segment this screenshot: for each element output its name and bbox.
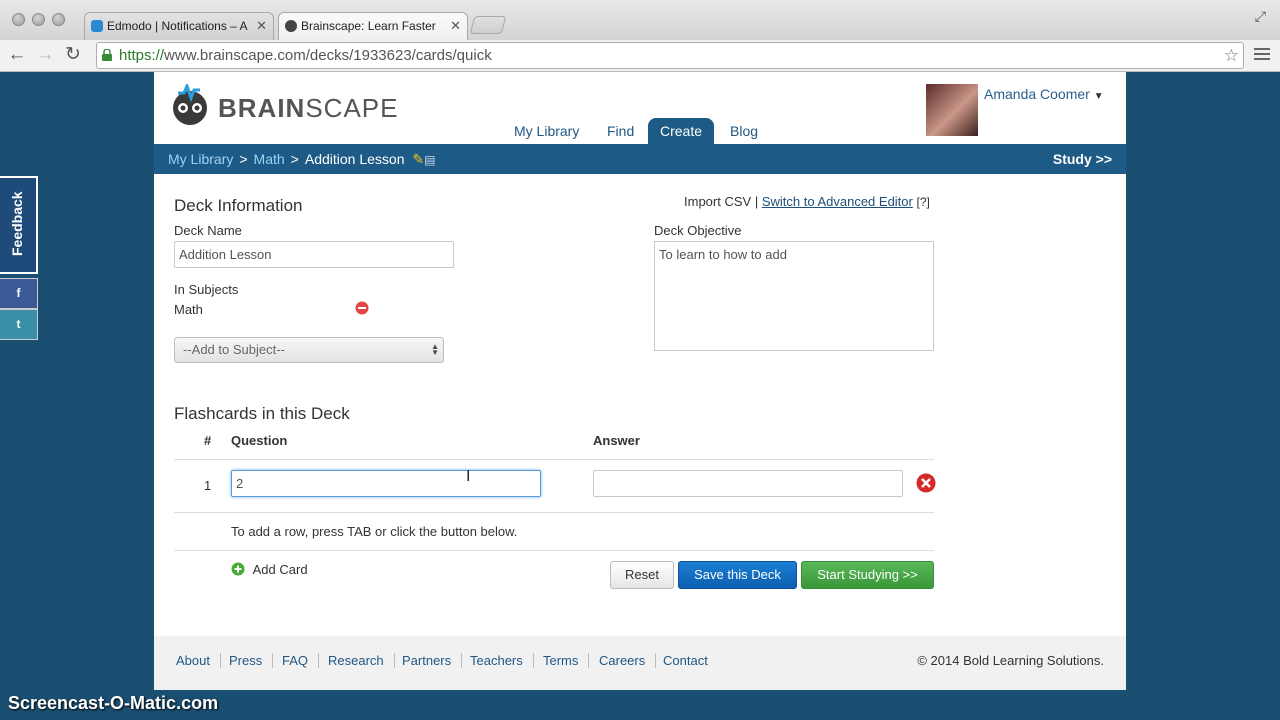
nav-my-library[interactable]: My Library xyxy=(514,118,579,144)
import-links: Import CSV | Switch to Advanced Editor [… xyxy=(684,194,930,209)
col-num-header: # xyxy=(204,433,212,448)
delete-row-icon[interactable] xyxy=(916,473,936,493)
close-window-button[interactable] xyxy=(12,13,25,26)
brand-wordmark: BRAINSCAPE xyxy=(218,93,399,124)
avatar[interactable] xyxy=(926,84,978,136)
footer-teachers[interactable]: Teachers xyxy=(470,653,534,668)
row-divider xyxy=(174,550,934,551)
add-row-hint: To add a row, press TAB or click the but… xyxy=(231,524,518,539)
close-tab-icon[interactable]: ✕ xyxy=(256,13,267,39)
reset-button[interactable]: Reset xyxy=(610,561,674,589)
footer-careers[interactable]: Careers xyxy=(599,653,657,668)
pencil-icon[interactable]: ✎ xyxy=(412,151,424,167)
url-scheme: https:// xyxy=(119,47,165,64)
help-link[interactable]: [?] xyxy=(916,195,929,209)
document-icon[interactable]: ▤ xyxy=(424,153,435,167)
close-tab-icon[interactable]: ✕ xyxy=(450,13,461,39)
browser-menu-icon[interactable] xyxy=(1254,45,1270,65)
in-subjects-label: In Subjects xyxy=(174,282,239,297)
advanced-editor-link[interactable]: Switch to Advanced Editor xyxy=(762,194,913,209)
brainscape-page: BRAINSCAPE Amanda Coomer ▼ My Library Fi… xyxy=(154,72,1126,690)
import-csv-link[interactable]: Import CSV xyxy=(684,194,751,209)
browser-toolbar: ← → ↻ https://www.brainscape.com/decks/1… xyxy=(0,40,1280,72)
remove-subject-icon[interactable] xyxy=(355,301,369,315)
breadcrumb-my-library[interactable]: My Library xyxy=(168,151,233,167)
col-question-header: Question xyxy=(231,433,288,448)
deck-objective-label: Deck Objective xyxy=(654,223,742,238)
brainscape-favicon-icon xyxy=(285,20,297,32)
footer-about[interactable]: About xyxy=(176,653,221,668)
username-text: Amanda Coomer xyxy=(984,86,1090,102)
lock-icon xyxy=(102,49,112,61)
edmodo-favicon-icon xyxy=(91,20,103,32)
footer-faq[interactable]: FAQ xyxy=(282,653,320,668)
brand-bold: BRAIN xyxy=(218,93,306,123)
add-card-button[interactable]: Add Card xyxy=(231,562,308,577)
back-arrow-icon[interactable]: ← xyxy=(5,44,29,68)
add-card-label: Add Card xyxy=(252,562,308,577)
add-to-subject-value: --Add to Subject-- xyxy=(183,342,285,357)
bookmark-star-icon[interactable]: ☆ xyxy=(1224,43,1239,68)
deck-objective-textarea[interactable]: To learn to how to add xyxy=(654,241,934,351)
breadcrumb-math[interactable]: Math xyxy=(254,151,285,167)
deck-info-heading: Deck Information xyxy=(174,196,303,215)
copyright: © 2014 Bold Learning Solutions. xyxy=(917,653,1104,668)
link-divider: | xyxy=(754,194,759,209)
footer-partners[interactable]: Partners xyxy=(402,653,463,668)
breadcrumb: My Library > Math > Addition Lesson ✎▤ Study… xyxy=(154,144,1126,174)
footer-contact[interactable]: Contact xyxy=(663,653,718,668)
answer-input[interactable] xyxy=(593,470,903,497)
browser-tab-edmodo[interactable]: Edmodo | Notifications – A ✕ xyxy=(84,12,274,40)
brain-logo-icon xyxy=(173,84,207,125)
add-to-subject-select[interactable]: --Add to Subject-- ▲ ▼ xyxy=(174,337,444,363)
row-divider xyxy=(174,512,934,513)
col-answer-header: Answer xyxy=(593,433,640,448)
feedback-label: Feedback xyxy=(9,191,25,256)
twitter-button[interactable]: t xyxy=(0,309,38,340)
footer-press[interactable]: Press xyxy=(229,653,274,668)
feedback-tab[interactable]: Feedback xyxy=(0,176,38,274)
footer-terms[interactable]: Terms xyxy=(543,653,590,668)
row-number: 1 xyxy=(204,478,212,493)
reload-icon[interactable]: ↻ xyxy=(61,44,85,68)
question-input[interactable]: 2 xyxy=(231,470,541,497)
zoom-window-button[interactable] xyxy=(52,13,65,26)
screencast-watermark: Screencast-O-Matic.com xyxy=(8,693,219,713)
nav-find[interactable]: Find xyxy=(607,118,634,144)
deck-name-label: Deck Name xyxy=(174,223,242,238)
plus-circle-icon xyxy=(231,562,245,576)
footer-research[interactable]: Research xyxy=(328,653,395,668)
start-studying-button[interactable]: Start Studying >> xyxy=(801,561,934,589)
tab-title: Edmodo | Notifications – A xyxy=(107,19,248,33)
caret-down-icon: ▼ xyxy=(1093,91,1104,102)
row-divider xyxy=(174,459,934,460)
browser-tab-brainscape[interactable]: Brainscape: Learn Faster ✕ xyxy=(278,12,468,40)
study-link[interactable]: Study >> xyxy=(1053,144,1112,174)
twitter-icon: t xyxy=(16,317,21,331)
facebook-button[interactable]: f xyxy=(0,278,38,309)
new-tab-button[interactable] xyxy=(469,16,507,34)
breadcrumb-separator: > xyxy=(239,151,248,167)
tab-title: Brainscape: Learn Faster xyxy=(301,19,436,33)
breadcrumb-separator: > xyxy=(290,151,299,167)
subject-math: Math xyxy=(174,302,203,317)
url-path: www.brainscape.com/decks/1933623/cards/q… xyxy=(164,47,492,64)
nav-blog[interactable]: Blog xyxy=(730,118,758,144)
save-deck-button[interactable]: Save this Deck xyxy=(678,561,797,589)
breadcrumb-current: Addition Lesson xyxy=(304,151,405,167)
username[interactable]: Amanda Coomer ▼ xyxy=(984,86,1104,102)
fullscreen-icon[interactable]: ⤢ xyxy=(1255,8,1266,25)
browser-titlebar: Edmodo | Notifications – A ✕ Brainscape:… xyxy=(0,0,1280,40)
nav-create[interactable]: Create xyxy=(648,118,715,144)
deck-name-input[interactable]: Addition Lesson xyxy=(174,241,454,268)
facebook-icon: f xyxy=(16,286,21,300)
address-bar[interactable]: https://www.brainscape.com/decks/1933623… xyxy=(96,42,1244,69)
brand-light: SCAPE xyxy=(305,93,399,123)
minimize-window-button[interactable] xyxy=(32,13,45,26)
flashcards-heading: Flashcards in this Deck xyxy=(174,404,350,423)
text-cursor-icon: I xyxy=(466,468,471,485)
footer: About Press FAQ Research Partners Teache… xyxy=(154,636,1126,690)
select-arrows-icon: ▲ ▼ xyxy=(431,342,439,357)
forward-arrow-icon[interactable]: → xyxy=(33,44,57,68)
